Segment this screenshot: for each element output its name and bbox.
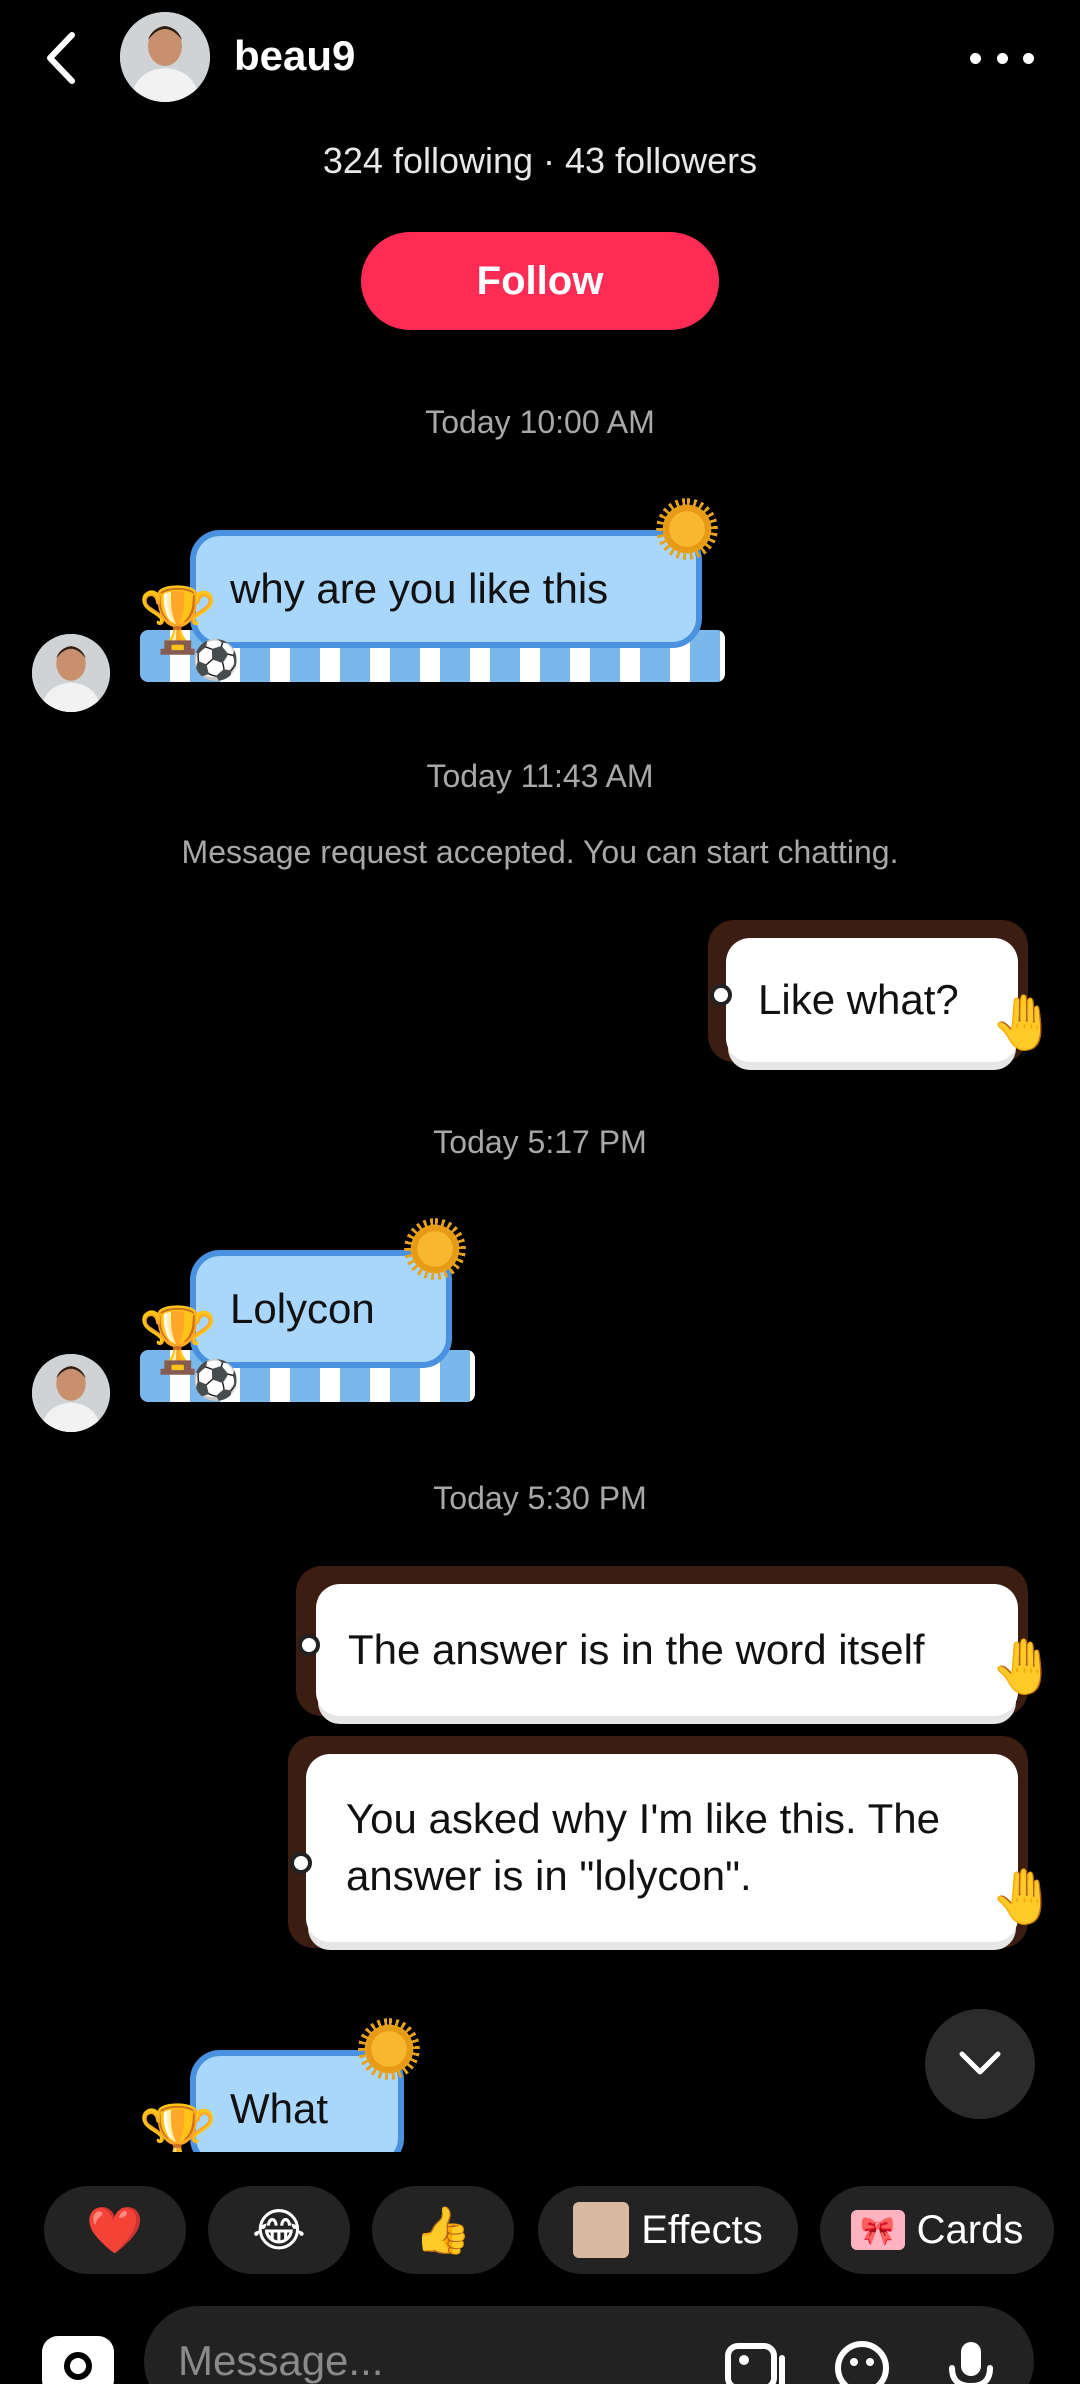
chat-header: beau9 (0, 0, 1080, 120)
cards-label: Cards (916, 2207, 1024, 2252)
message-bubble[interactable]: Like what? (726, 938, 1018, 1062)
dot-icon (970, 52, 981, 64)
avatar-image (120, 12, 210, 102)
message-bubble[interactable]: why are you like this (190, 530, 702, 648)
microphone-icon[interactable] (946, 2340, 996, 2384)
hand-icon: 🤚 (990, 1867, 1058, 1927)
avatar-image (32, 1354, 110, 1432)
quick-reply-thumbs-up[interactable]: 👍 (372, 2186, 514, 2274)
dot-icon (1023, 52, 1034, 64)
timestamp: Today 10:00 AM (425, 404, 655, 440)
chevron-down-icon (959, 2051, 1001, 2075)
message-composer: Message... (0, 2300, 1080, 2384)
dot-icon (996, 52, 1008, 64)
message-text: What (230, 2085, 329, 2132)
ring-icon (290, 1852, 312, 1874)
message-input[interactable]: Message... (144, 2306, 1034, 2384)
sun-icon (656, 498, 718, 560)
thumbs-up-icon: 👍 (414, 2203, 472, 2256)
camera-icon[interactable] (42, 2336, 114, 2384)
timestamp: Today 5:30 PM (433, 1480, 647, 1516)
sun-icon (358, 2018, 420, 2080)
username[interactable]: beau9 (234, 32, 355, 80)
hand-icon: 🤚 (990, 1637, 1058, 1697)
avatar[interactable] (120, 12, 210, 102)
sender-avatar[interactable] (32, 1354, 110, 1432)
follow-button[interactable]: Follow (361, 232, 719, 330)
cards-button[interactable]: 🎀 Cards (820, 2186, 1054, 2274)
trophy-icon: 🏆 (138, 2102, 218, 2152)
effects-label: Effects (641, 2207, 763, 2252)
message-text: Lolycon (230, 1285, 375, 1332)
effects-button[interactable]: Effects (538, 2186, 798, 2274)
laughing-face-icon: 😂 (252, 2204, 306, 2256)
sender-avatar[interactable] (32, 634, 110, 712)
ring-icon (710, 984, 732, 1006)
message-text: Like what? (758, 975, 959, 1023)
quick-reply-heart[interactable]: ❤️ (44, 2186, 186, 2274)
sun-icon (404, 1218, 466, 1280)
gift-card-icon: 🎀 (850, 2210, 905, 2250)
more-options-button[interactable] (970, 38, 1034, 78)
message-placeholder: Message... (178, 2337, 384, 2384)
message-text: why are you like this (230, 565, 609, 612)
message-text: You asked why I'm like this. The answer … (346, 1795, 940, 1899)
image-icon[interactable] (724, 2340, 786, 2384)
scroll-to-bottom-button[interactable] (925, 2009, 1035, 2119)
follow-counts: 324 following · 43 followers (322, 140, 758, 181)
soccer-ball-icon: ⚽ (192, 1360, 240, 1402)
effects-thumbnail-icon (573, 2202, 630, 2258)
message-bubble[interactable]: The answer is in the word itself (316, 1584, 1018, 1716)
avatar-image (32, 634, 110, 712)
message-row: What 🏆 (0, 2010, 1080, 2152)
message-bubble[interactable]: You asked why I'm like this. The answer … (306, 1754, 1018, 1942)
chevron-left-icon (47, 32, 75, 84)
heart-icon: ❤️ (86, 2203, 144, 2256)
hand-icon: 🤚 (990, 993, 1058, 1053)
timestamp: Today 11:43 AM (426, 758, 654, 794)
back-button[interactable] (36, 26, 86, 90)
system-message: Message request accepted. You can start … (181, 834, 899, 870)
emoji-icon[interactable] (834, 2340, 894, 2384)
soccer-ball-icon: ⚽ (192, 640, 240, 682)
ring-icon (298, 1634, 320, 1656)
quick-reply-laugh[interactable]: 😂 (208, 2186, 350, 2274)
timestamp: Today 5:17 PM (433, 1124, 647, 1160)
message-text: The answer is in the word itself (348, 1625, 925, 1673)
